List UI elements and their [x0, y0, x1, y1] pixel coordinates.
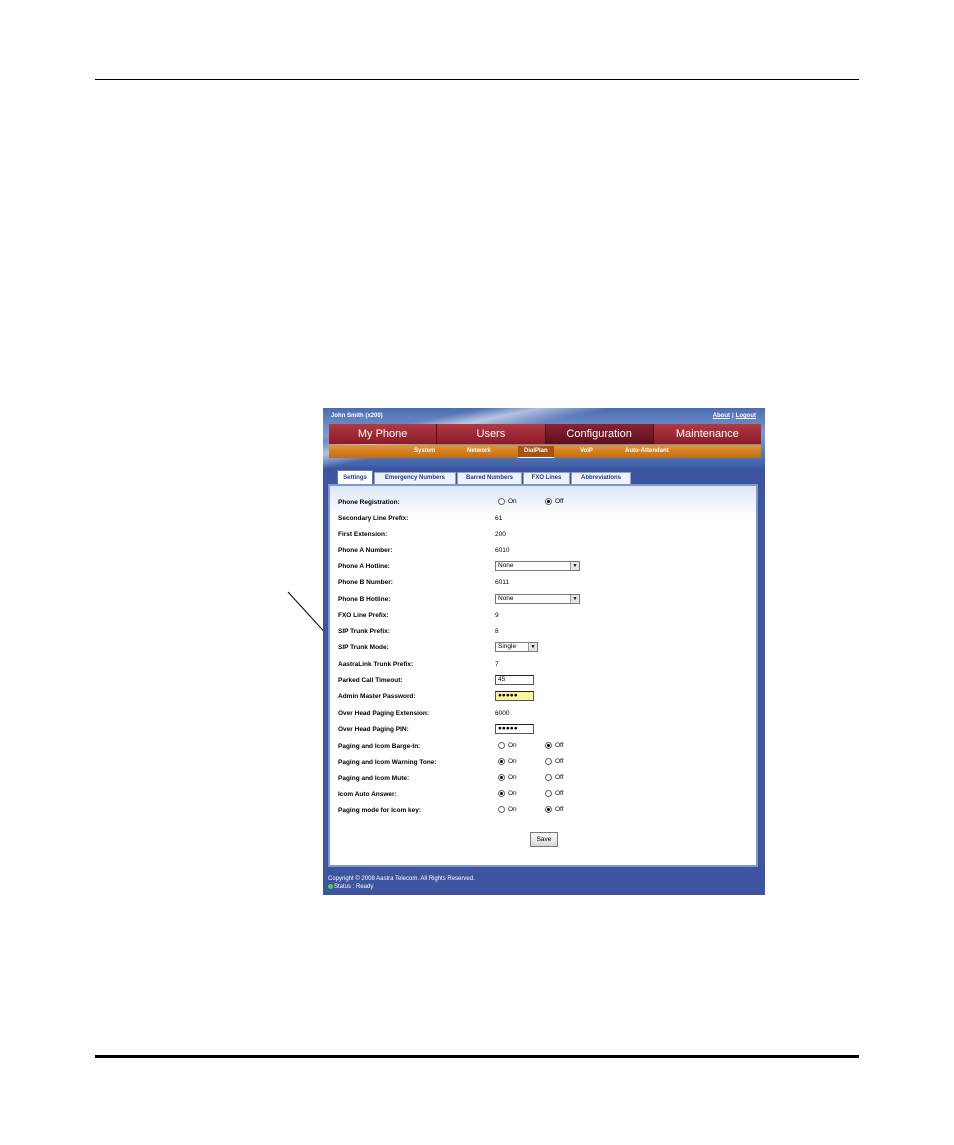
label-secondary-line-prefix: Secondary Line Prefix:	[338, 515, 409, 522]
radio-on-indicator-icon	[545, 806, 552, 813]
radio-phone-registration-off[interactable]: Off	[545, 498, 564, 505]
link-separator: |	[731, 413, 734, 419]
radio-auto-answer-off[interactable]: Off	[545, 790, 564, 797]
dropdown-arrow-icon: ▼	[570, 562, 579, 570]
logout-link[interactable]: Logout	[736, 413, 756, 419]
label-phone-a-hotline: Phone A Hotline:	[338, 563, 390, 570]
label-phone-b-number: Phone B Number:	[338, 579, 393, 586]
radio-on-indicator-icon	[545, 742, 552, 749]
value-over-head-paging-extension: 6000	[495, 710, 510, 717]
input-admin-master-password[interactable]: ●●●●●	[495, 691, 534, 701]
main-tab-my-phone[interactable]: My Phone	[329, 424, 438, 444]
copyright-text: Copyright © 2008 Aastra Telecom. All Rig…	[328, 876, 475, 882]
label-over-head-paging-pin: Over Head Paging PIN:	[338, 726, 409, 733]
radio-phone-registration-on[interactable]: On	[498, 498, 517, 505]
label-first-extension: First Extension:	[338, 531, 388, 538]
radio-off-indicator-icon	[545, 758, 552, 765]
radio-barge-in-off[interactable]: Off	[545, 742, 564, 749]
header-banner: John Smith (x200) About | Logout My Phone …	[323, 408, 765, 468]
screenshot-window: John Smith (x200) About | Logout My Phone …	[323, 408, 765, 895]
radio-off-indicator-icon	[545, 774, 552, 781]
sub-tab-auto-attendant[interactable]: Auto-Attendant	[625, 448, 669, 454]
status-ready-icon	[328, 883, 333, 889]
value-phone-b-number: 6011	[495, 579, 509, 586]
value-first-extension: 200	[495, 531, 506, 538]
footer: Copyright © 2008 Aastra Telecom. All Rig…	[328, 875, 475, 891]
page-top-rule	[95, 79, 859, 80]
current-user-label: John Smith (x200)	[331, 413, 383, 419]
radio-paging-mode-on[interactable]: On	[498, 806, 517, 813]
select-sip-trunk-mode[interactable]: Single ▼	[495, 642, 538, 652]
value-fxo-line-prefix: 9	[495, 612, 499, 619]
select-phone-b-hotline-value: None	[498, 595, 514, 602]
radio-on-indicator-icon	[498, 790, 505, 797]
value-sip-trunk-prefix: 8	[495, 628, 499, 635]
radio-on-indicator-icon	[498, 758, 505, 765]
radio-on-indicator-icon	[545, 498, 552, 505]
settings-panel: Phone Registration: On Off Secondary Lin…	[328, 484, 758, 867]
value-secondary-line-prefix: 61	[495, 515, 503, 522]
label-parked-call-timeout: Parked Call Timeout:	[338, 677, 403, 684]
label-admin-master-password: Admin Master Password:	[338, 693, 416, 700]
tab-settings[interactable]: Settings	[337, 470, 373, 485]
tab-emergency-numbers[interactable]: Emergency Numbers	[374, 472, 456, 484]
label-fxo-line-prefix: FXO Line Prefix:	[338, 612, 389, 619]
label-aastralink-trunk-prefix: AastraLink Trunk Prefix:	[338, 661, 414, 668]
radio-paging-mode-off[interactable]: Off	[545, 806, 564, 813]
value-aastralink-trunk-prefix: 7	[495, 661, 499, 668]
dropdown-arrow-icon: ▼	[570, 595, 579, 603]
tab-fxo-lines[interactable]: FXO Lines	[523, 472, 570, 484]
radio-off-indicator-icon	[545, 790, 552, 797]
sub-nav: System Network DialPlan VoIP Auto-Attend…	[329, 445, 761, 458]
label-phone-registration: Phone Registration:	[338, 499, 400, 506]
radio-mute-off[interactable]: Off	[545, 774, 564, 781]
radio-off-indicator-icon	[498, 742, 505, 749]
radio-barge-in-on[interactable]: On	[498, 742, 517, 749]
radio-off-indicator-icon	[498, 806, 505, 813]
label-phone-b-hotline: Phone B Hotline:	[338, 596, 391, 603]
main-tab-users[interactable]: Users	[437, 424, 546, 444]
label-paging-icom-barge-in: Paging and Icom Barge-In:	[338, 743, 421, 750]
value-phone-a-number: 6010	[495, 547, 510, 554]
label-paging-mode-icom-key: Paging mode for Icom key:	[338, 807, 422, 814]
label-paging-icom-warning-tone: Paging and Icom Warning Tone:	[338, 759, 437, 766]
radio-on-indicator-icon	[498, 774, 505, 781]
save-button[interactable]: Save	[530, 832, 558, 847]
sub-tab-dialplan[interactable]: DialPlan	[518, 446, 554, 458]
main-tab-maintenance[interactable]: Maintenance	[653, 424, 761, 444]
select-phone-a-hotline[interactable]: None ▼	[495, 561, 580, 571]
top-links: About | Logout	[713, 413, 756, 419]
page-bottom-rule	[95, 1055, 859, 1058]
main-tab-configuration[interactable]: Configuration	[545, 424, 654, 444]
label-paging-icom-mute: Paging and Icom Mute:	[338, 775, 410, 782]
status-line: Status : Ready	[328, 883, 475, 891]
dropdown-arrow-icon: ▼	[528, 643, 537, 651]
main-nav: My Phone Users Configuration Maintenance	[329, 424, 761, 444]
status-text: Status : Ready	[334, 884, 374, 890]
input-parked-call-timeout[interactable]: 45	[495, 675, 534, 685]
label-over-head-paging-extension: Over Head Paging Extension:	[338, 710, 430, 717]
radio-mute-on[interactable]: On	[498, 774, 517, 781]
label-sip-trunk-mode: SIP Trunk Mode:	[338, 644, 389, 651]
tab-abbreviations[interactable]: Abbreviations	[571, 472, 631, 484]
tab-barred-numbers[interactable]: Barred Numbers	[457, 472, 522, 484]
label-phone-a-number: Phone A Number:	[338, 547, 393, 554]
select-phone-b-hotline[interactable]: None ▼	[495, 594, 580, 604]
select-sip-trunk-mode-value: Single	[498, 643, 517, 650]
about-link[interactable]: About	[713, 413, 730, 419]
input-over-head-paging-pin[interactable]: ●●●●●	[495, 724, 534, 734]
sub-tab-system[interactable]: System	[414, 448, 435, 454]
sub-tab-voip[interactable]: VoIP	[580, 448, 593, 454]
radio-off-indicator-icon	[498, 498, 505, 505]
sub-tab-network[interactable]: Network	[467, 448, 491, 454]
radio-warning-tone-on[interactable]: On	[498, 758, 517, 765]
label-sip-trunk-prefix: SIP Trunk Prefix:	[338, 628, 390, 635]
radio-auto-answer-on[interactable]: On	[498, 790, 517, 797]
select-phone-a-hotline-value: None	[498, 562, 514, 569]
label-icom-auto-answer: Icom Auto Answer:	[338, 791, 397, 798]
radio-warning-tone-off[interactable]: Off	[545, 758, 564, 765]
